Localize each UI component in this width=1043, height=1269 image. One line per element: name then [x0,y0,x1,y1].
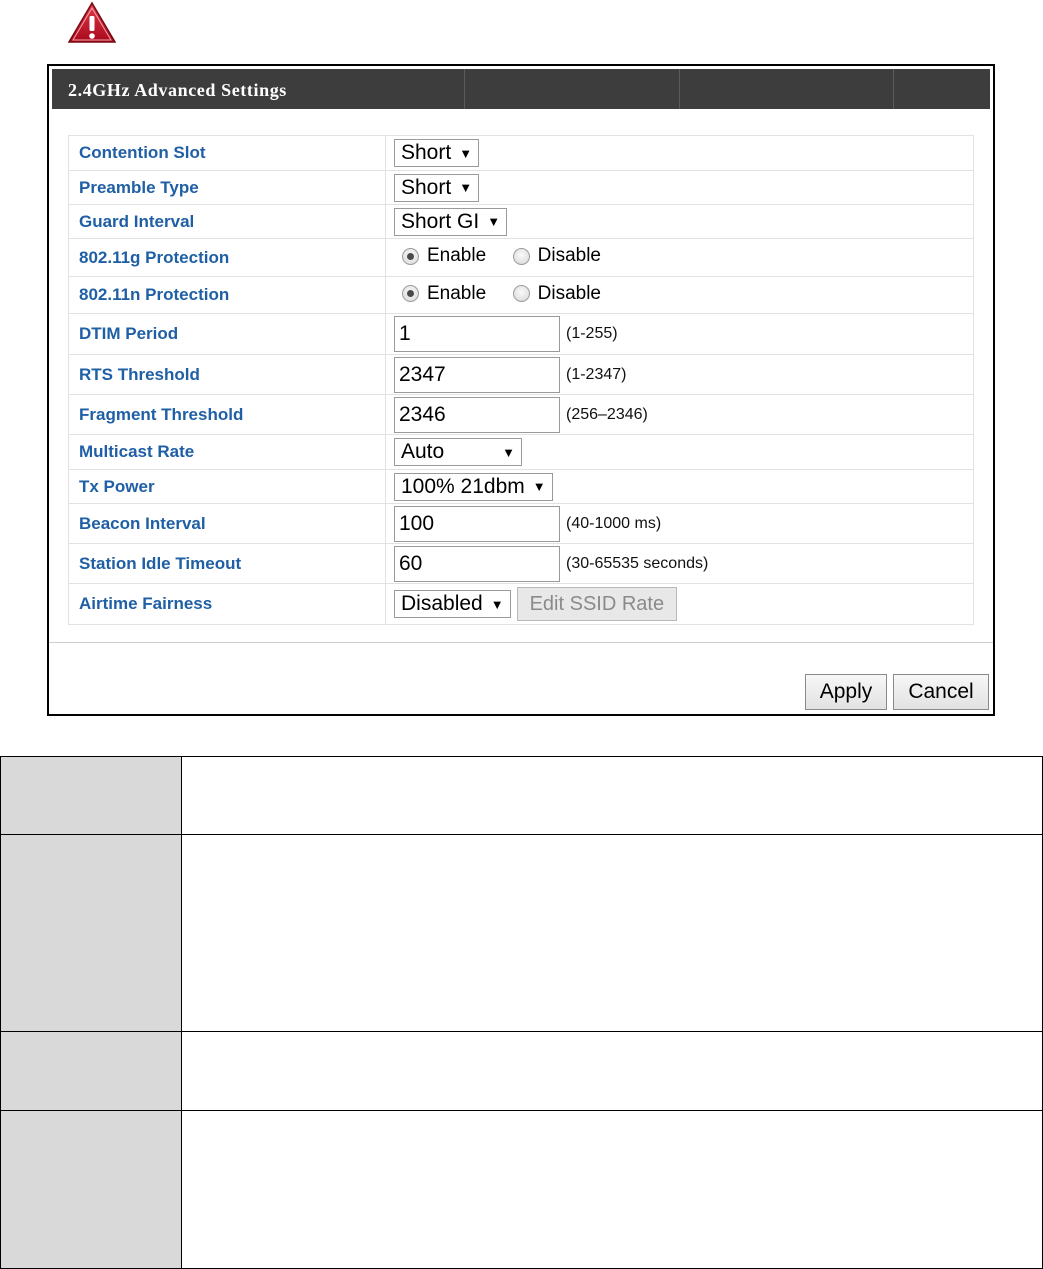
dropdown-arrow-icon: ▼ [487,214,501,229]
settings-row-dtim-period: DTIM Period 1 (1-255) [68,313,974,355]
settings-row-80211g-protection: 802.11g Protection Enable Disable [68,238,974,277]
advanced-settings-panel: 2.4GHz Advanced Settings Contention Slot… [47,64,995,716]
setting-label: Tx Power [68,469,386,504]
description-table [0,756,1043,1269]
dropdown-arrow-icon: ▼ [459,145,473,161]
setting-label: Beacon Interval [68,503,386,544]
radio-unchecked-icon [512,285,530,303]
multicast-rate-select[interactable]: Auto ▼ [394,438,522,466]
divider [49,642,993,643]
settings-row-fragment-threshold: Fragment Threshold 2346 (256–2346) [68,394,974,435]
g-protection-enable-radio[interactable]: Enable [402,245,486,267]
settings-row-guard-interval: Guard Interval Short GI ▼ [68,204,974,239]
station-idle-timeout-input[interactable]: 60 [394,545,560,582]
range-hint: (40-1000 ms) [566,514,662,532]
description-row [0,1031,1043,1111]
settings-row-rts-threshold: RTS Threshold 2347 (1-2347) [68,354,974,395]
description-row [0,1110,1043,1269]
description-text-cell [181,1031,1043,1111]
panel-title: 2.4GHz Advanced Settings [68,80,287,100]
tx-power-select[interactable]: 100% 21dbm ▼ [394,472,553,501]
settings-table: Contention Slot Short ▼ Preamble Type Sho… [68,135,974,625]
setting-label: Station Idle Timeout [68,543,386,584]
range-hint: (256–2346) [566,405,648,423]
description-text-cell [181,1110,1043,1269]
contention-slot-select[interactable]: Short ▼ [394,139,480,167]
settings-row-station-idle-timeout: Station Idle Timeout 60 (30-65535 seconds… [68,543,974,584]
setting-label: 802.11n Protection [68,276,386,314]
dropdown-arrow-icon: ▼ [532,479,546,494]
setting-label: Preamble Type [68,170,386,205]
n-protection-enable-radio[interactable]: Enable [402,283,486,305]
beacon-interval-input[interactable]: 100 [394,505,560,542]
settings-row-airtime-fairness: Airtime Fairness Disabled ▼ Edit SSID Rat… [68,583,974,625]
setting-label: 802.11g Protection [68,238,386,277]
setting-label: DTIM Period [68,313,386,355]
dropdown-arrow-icon: ▼ [490,596,504,612]
range-hint: (30-65535 seconds) [566,554,709,572]
panel-header: 2.4GHz Advanced Settings [52,69,990,109]
range-hint: (1-2347) [566,365,627,383]
setting-label: Guard Interval [68,204,386,239]
settings-row-contention-slot: Contention Slot Short ▼ [68,135,974,171]
setting-label: Fragment Threshold [68,394,386,435]
setting-label: RTS Threshold [68,354,386,395]
preamble-type-select[interactable]: Short ▼ [394,173,480,202]
cancel-button[interactable]: Cancel [893,674,989,710]
radio-unchecked-icon [512,247,530,265]
description-term-cell [0,1031,182,1111]
fragment-threshold-input[interactable]: 2346 [394,396,560,433]
g-protection-disable-radio[interactable]: Disable [512,245,601,267]
edit-ssid-rate-button[interactable]: Edit SSID Rate [516,587,678,621]
description-row [0,834,1043,1032]
radio-checked-icon [402,247,419,265]
radio-checked-icon [402,285,419,303]
warning-triangle-icon [67,1,117,43]
n-protection-disable-radio[interactable]: Disable [512,283,601,305]
description-term-cell [0,834,182,1032]
setting-label: Airtime Fairness [68,583,386,625]
apply-button[interactable]: Apply [805,674,887,710]
settings-row-80211n-protection: 802.11n Protection Enable Disable [68,276,974,314]
description-term-cell [0,1110,182,1269]
dtim-period-input[interactable]: 1 [394,316,560,352]
dropdown-arrow-icon: ▼ [459,180,473,195]
description-text-cell [181,756,1043,835]
description-text-cell [181,834,1043,1032]
settings-row-preamble-type: Preamble Type Short ▼ [68,170,974,205]
range-hint: (1-255) [566,325,618,342]
airtime-fairness-select[interactable]: Disabled ▼ [394,590,511,618]
description-row [0,756,1043,835]
settings-row-tx-power: Tx Power 100% 21dbm ▼ [68,469,974,504]
description-term-cell [0,756,182,835]
setting-label: Contention Slot [68,135,386,171]
settings-row-beacon-interval: Beacon Interval 100 (40-1000 ms) [68,503,974,544]
guard-interval-select[interactable]: Short GI ▼ [394,207,508,236]
rts-threshold-input[interactable]: 2347 [394,356,560,393]
setting-label: Multicast Rate [68,434,386,470]
settings-row-multicast-rate: Multicast Rate Auto ▼ [68,434,974,470]
dropdown-arrow-icon: ▼ [502,444,515,460]
